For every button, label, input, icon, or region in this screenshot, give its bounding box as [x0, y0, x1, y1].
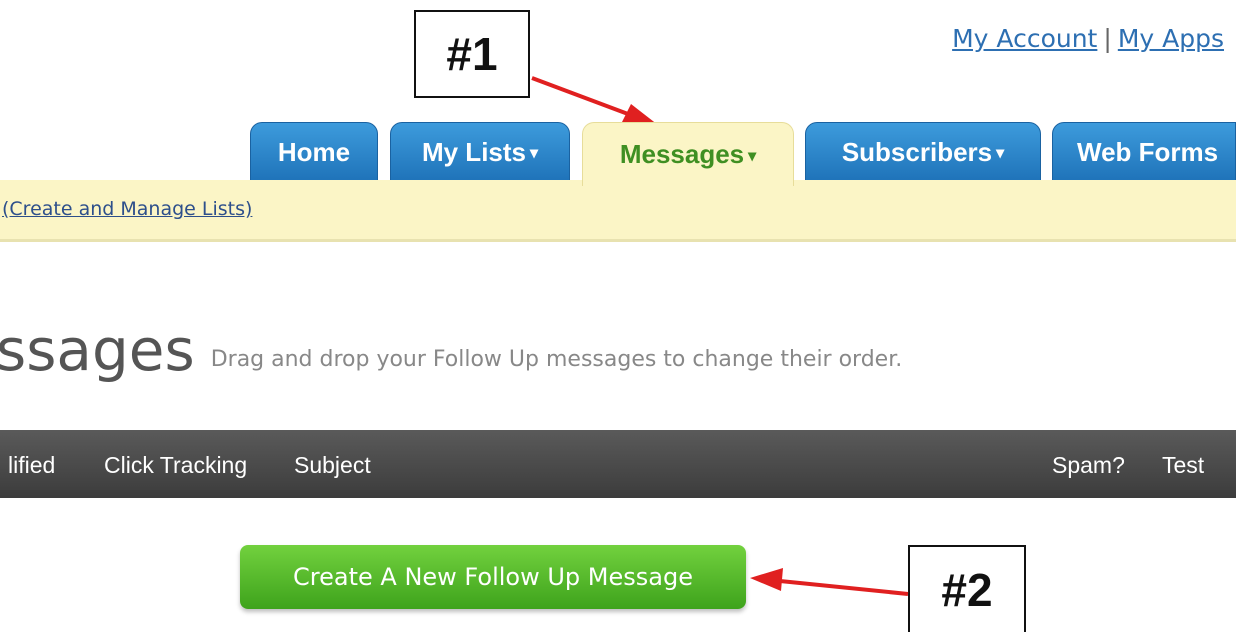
annotation-arrows [531, 76, 909, 596]
arrow-to-create-button [750, 568, 909, 596]
tab-messages-label: Messages [619, 139, 745, 169]
tab-messages[interactable]: Messages ▾ [582, 122, 794, 186]
chevron-down-icon: ▾ [748, 147, 757, 165]
arrow-to-messages-tab [531, 76, 658, 125]
